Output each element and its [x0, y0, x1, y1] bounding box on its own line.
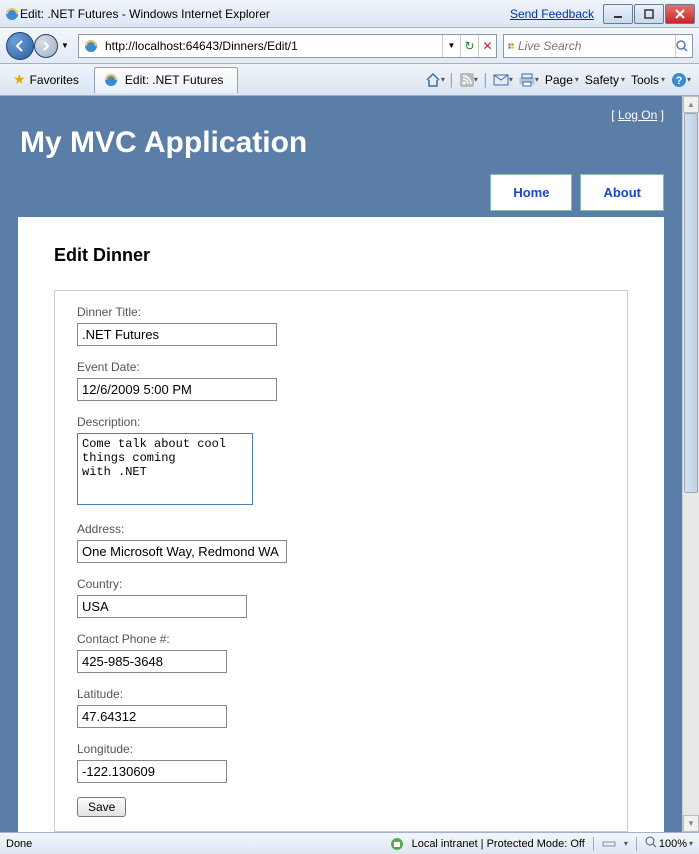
edit-fieldset: Dinner Title: Event Date: Description: C… — [54, 290, 628, 832]
feeds-icon[interactable]: ▾ — [457, 69, 481, 91]
input-country[interactable] — [77, 595, 247, 618]
input-latitude[interactable] — [77, 705, 227, 728]
menu-about[interactable]: About — [580, 174, 664, 211]
main-menu: Home About — [18, 174, 664, 211]
page-icon — [83, 38, 99, 54]
zone-icon — [390, 837, 404, 851]
zoom-control[interactable]: 100% ▾ — [645, 836, 693, 851]
url-input[interactable] — [103, 37, 442, 55]
label-latitude: Latitude: — [77, 687, 605, 701]
refresh-button[interactable]: ↻ — [460, 35, 478, 57]
logon-section: [ Log On ] — [18, 108, 664, 122]
svg-text:?: ? — [676, 75, 683, 87]
app-title: My MVC Application — [20, 126, 664, 160]
page-body: [ Log On ] My MVC Application Home About… — [0, 96, 682, 832]
navigation-bar: ▼ ▼ ↻ ✕ — [0, 28, 699, 64]
save-button[interactable]: Save — [77, 797, 126, 817]
url-dropdown[interactable]: ▼ — [442, 35, 460, 57]
main-panel: Edit Dinner Dinner Title: Event Date: De… — [18, 217, 664, 832]
input-title[interactable] — [77, 323, 277, 346]
vertical-scrollbar[interactable]: ▲ ▼ — [682, 96, 699, 832]
label-phone: Contact Phone #: — [77, 632, 605, 646]
page-menu[interactable]: Page▾ — [543, 73, 581, 87]
scroll-up-button[interactable]: ▲ — [683, 96, 699, 113]
security-zone: Local intranet | Protected Mode: Off — [412, 838, 585, 850]
back-button[interactable] — [6, 32, 34, 60]
scroll-thumb[interactable] — [684, 113, 698, 493]
zoom-icon — [645, 836, 657, 851]
window-titlebar: Edit: .NET Futures - Windows Internet Ex… — [0, 0, 699, 28]
search-input[interactable] — [518, 39, 675, 53]
maximize-button[interactable] — [634, 4, 664, 24]
home-icon[interactable]: ▾ — [423, 69, 447, 91]
status-text: Done — [6, 838, 32, 850]
viewport: [ Log On ] My MVC Application Home About… — [0, 96, 699, 832]
input-description[interactable]: Come talk about cool things coming with … — [77, 433, 253, 505]
search-go-button[interactable] — [675, 35, 688, 57]
label-eventdate: Event Date: — [77, 360, 605, 374]
page-heading: Edit Dinner — [54, 245, 628, 266]
close-button[interactable] — [665, 4, 695, 24]
label-address: Address: — [77, 522, 605, 536]
tab-current[interactable]: Edit: .NET Futures — [94, 67, 238, 93]
zoom-value: 100% — [659, 838, 687, 850]
label-description: Description: — [77, 415, 605, 429]
safety-menu[interactable]: Safety▾ — [583, 73, 627, 87]
tab-page-icon — [103, 72, 119, 88]
input-longitude[interactable] — [77, 760, 227, 783]
ie-icon — [4, 6, 20, 22]
history-dropdown[interactable]: ▼ — [58, 36, 72, 56]
menu-home[interactable]: Home — [490, 174, 572, 211]
mail-icon[interactable]: ▾ — [491, 69, 515, 91]
scroll-down-button[interactable]: ▼ — [683, 815, 699, 832]
minimize-button[interactable] — [603, 4, 633, 24]
help-icon[interactable]: ?▾ — [669, 69, 693, 91]
label-longitude: Longitude: — [77, 742, 605, 756]
input-address[interactable] — [77, 540, 287, 563]
send-feedback-link[interactable]: Send Feedback — [510, 7, 594, 21]
label-country: Country: — [77, 577, 605, 591]
status-bar: Done Local intranet | Protected Mode: Of… — [0, 832, 699, 854]
tools-menu[interactable]: Tools▾ — [629, 73, 667, 87]
window-title: Edit: .NET Futures - Windows Internet Ex… — [20, 7, 510, 21]
stop-button[interactable]: ✕ — [478, 35, 496, 57]
input-phone[interactable] — [77, 650, 227, 673]
address-bar: ▼ ↻ ✕ — [78, 34, 497, 58]
favorites-label: Favorites — [30, 73, 79, 87]
input-eventdate[interactable] — [77, 378, 277, 401]
favorites-button[interactable]: ★ Favorites — [6, 68, 86, 91]
forward-button[interactable] — [34, 34, 58, 58]
print-icon[interactable]: ▾ — [517, 69, 541, 91]
star-icon: ★ — [13, 71, 26, 88]
window-controls — [602, 4, 695, 24]
command-bar: ★ Favorites Edit: .NET Futures ▾ │ ▾ │ ▾… — [0, 64, 699, 96]
logon-link[interactable]: Log On — [618, 108, 657, 122]
live-search-icon — [508, 38, 514, 54]
tab-label: Edit: .NET Futures — [125, 73, 223, 87]
progress-dropdown[interactable]: ▾ — [624, 839, 628, 848]
label-title: Dinner Title: — [77, 305, 605, 319]
search-bar — [503, 34, 693, 58]
progress-icon — [602, 837, 616, 851]
